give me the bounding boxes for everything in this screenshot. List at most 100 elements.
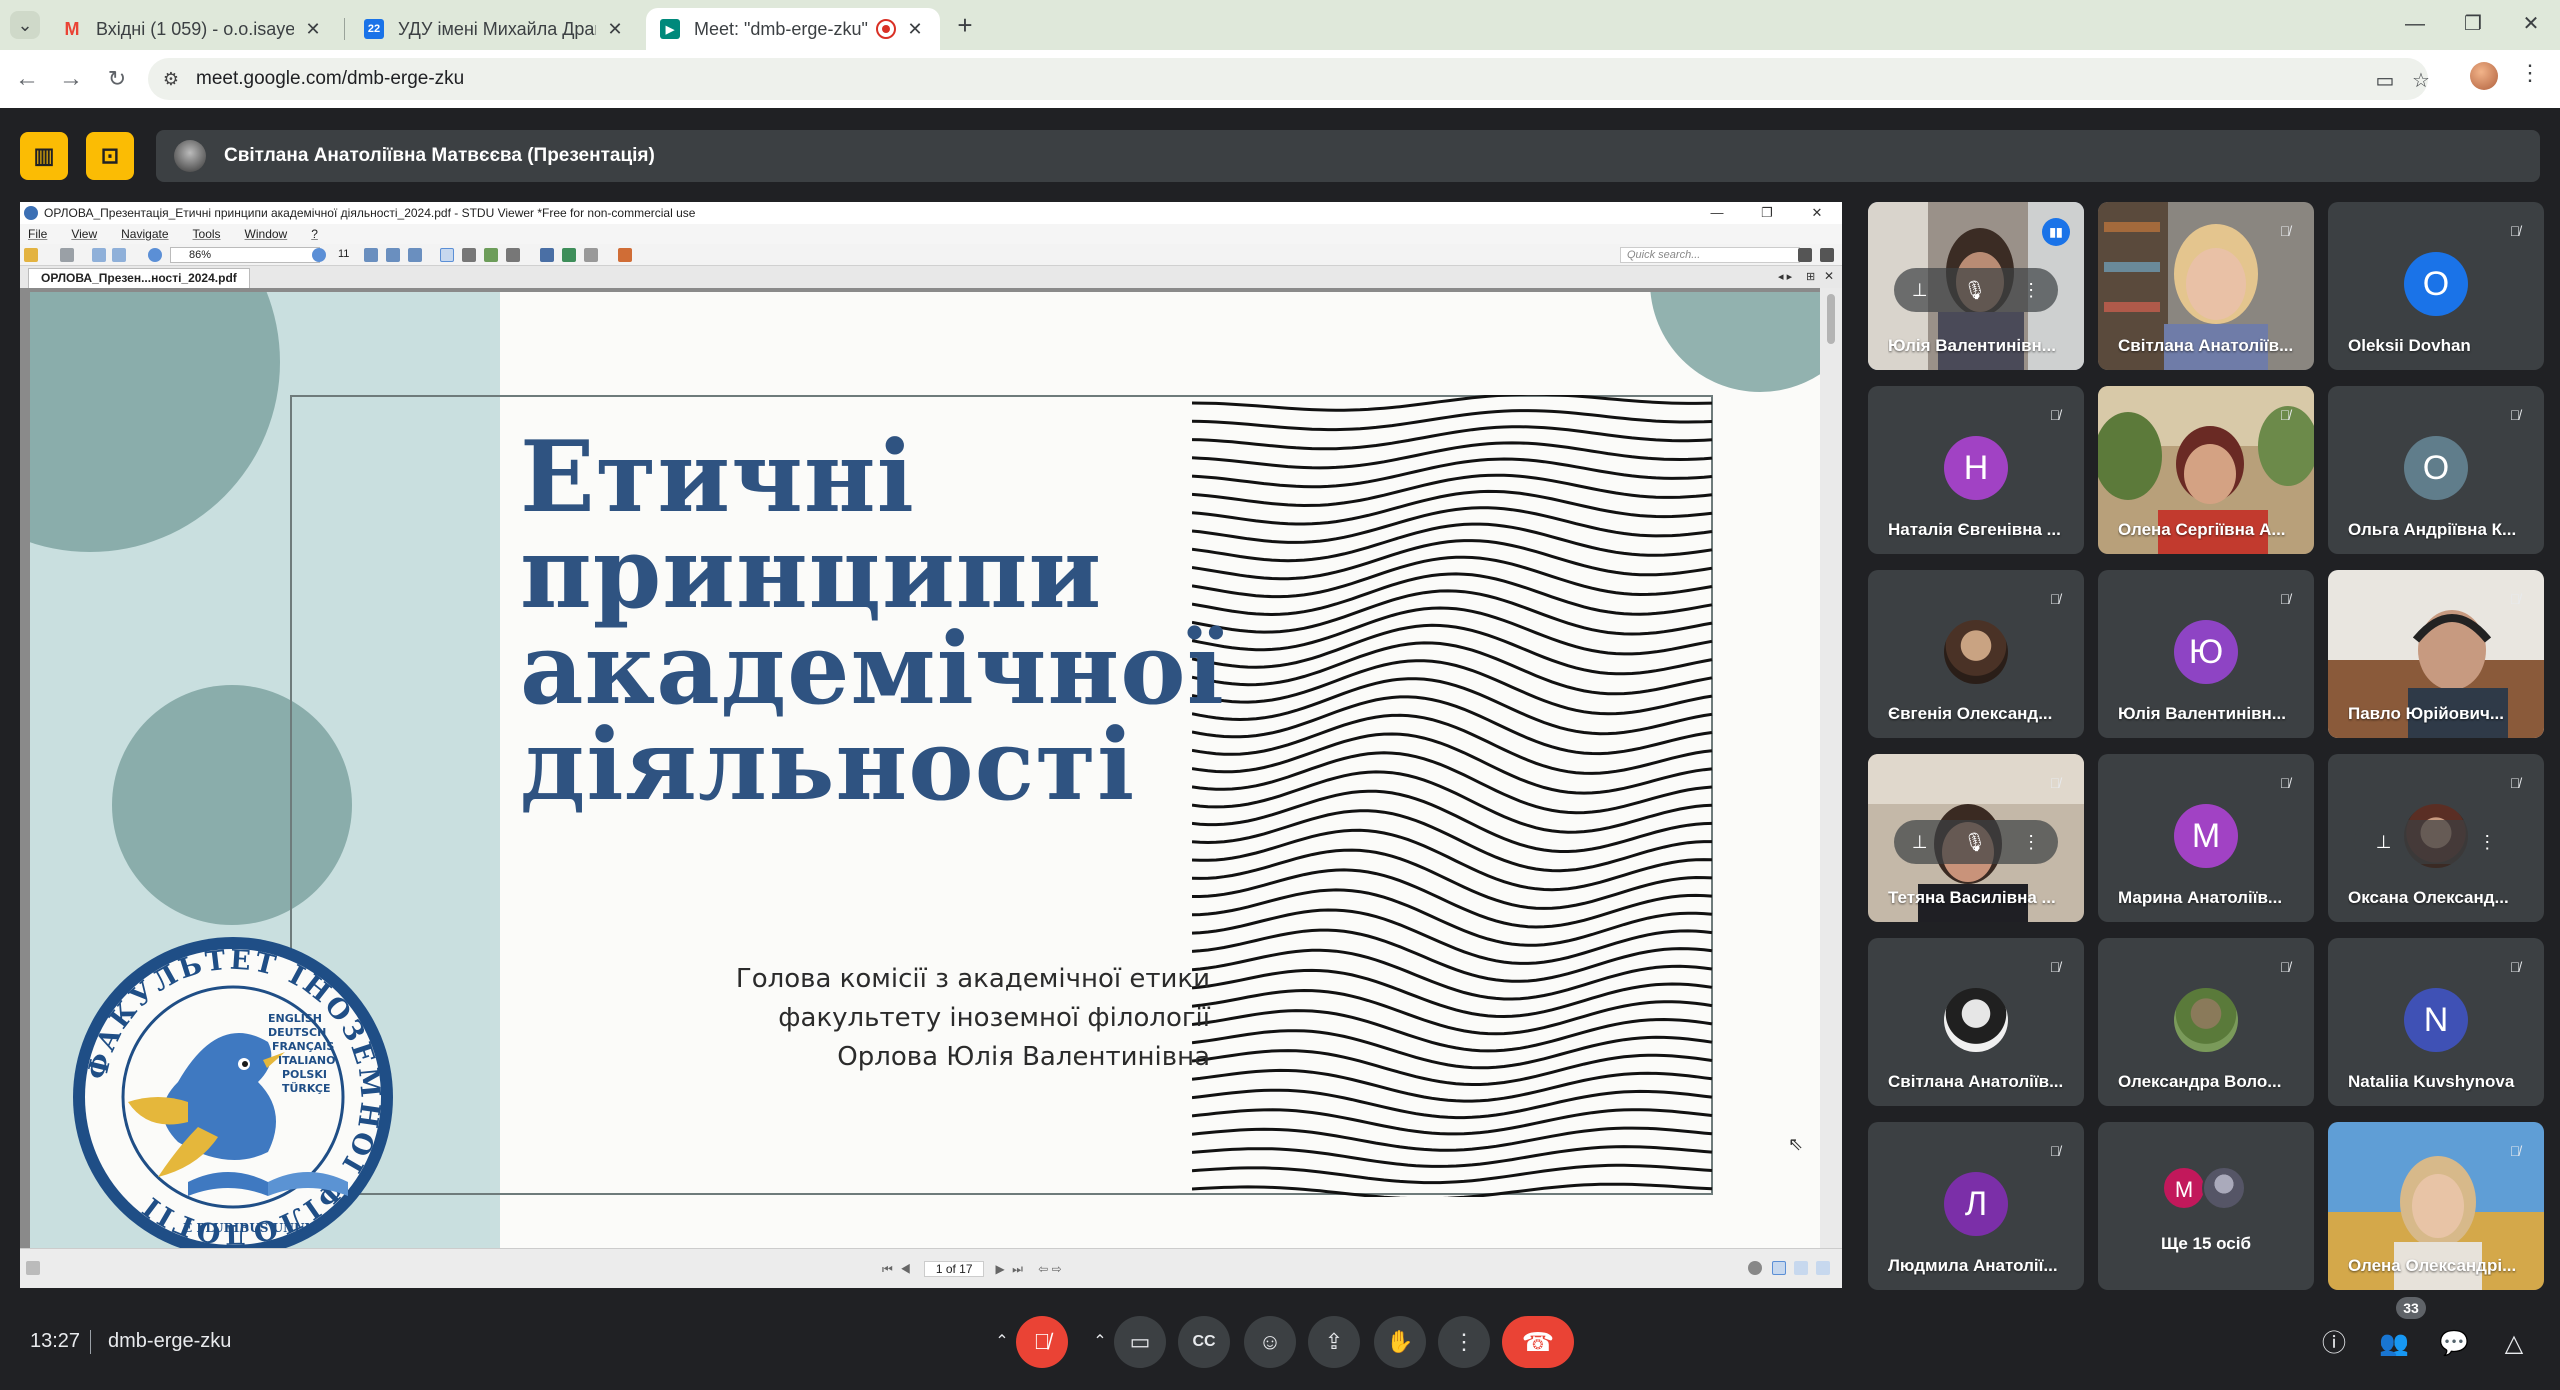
- microphone-off-button[interactable]: 🎙̸: [1016, 1316, 1068, 1368]
- captions-button[interactable]: CC: [1178, 1316, 1230, 1368]
- pin-presentation-icon[interactable]: ⊡: [86, 132, 134, 180]
- participant-tile[interactable]: 🎙̸ Павло Юрійович...: [2328, 570, 2544, 738]
- tab-meet[interactable]: ▶ Meet: "dmb-erge-zku" ✕: [646, 8, 940, 50]
- zoom-out-icon[interactable]: [148, 248, 162, 262]
- leave-call-button[interactable]: ☎: [1502, 1316, 1574, 1368]
- select-text-icon[interactable]: [462, 248, 476, 262]
- participant-tile[interactable]: 🎙̸ Євгенія Олександ...: [1868, 570, 2084, 738]
- camera-button[interactable]: ▭: [1114, 1316, 1166, 1368]
- participant-tile[interactable]: 🎙̸ Світлана Анатоліїв...: [1868, 938, 2084, 1106]
- copy-icon[interactable]: [584, 248, 598, 262]
- first-prev-page-icon[interactable]: ⏮ ◀: [882, 1262, 913, 1276]
- page-layout-icon[interactable]: [92, 248, 106, 262]
- menu-window[interactable]: Window: [245, 227, 288, 241]
- stop-presentation-view-icon[interactable]: ▥: [20, 132, 68, 180]
- document-tab[interactable]: ОРЛОВА_Презен...ності_2024.pdf: [28, 268, 250, 288]
- bookmark-star-icon[interactable]: ☆: [2406, 66, 2436, 96]
- site-settings-icon[interactable]: ⚙: [156, 64, 186, 94]
- more-options-icon[interactable]: ⋮: [2478, 832, 2496, 853]
- fit-width-icon[interactable]: [386, 248, 400, 262]
- more-options-icon[interactable]: ⋮: [2022, 280, 2040, 301]
- search-options-icon[interactable]: [1820, 248, 1834, 262]
- page-layout-alt-icon[interactable]: [112, 248, 126, 262]
- present-screen-button[interactable]: ⇪: [1308, 1316, 1360, 1368]
- close-tab-icon[interactable]: ✕: [904, 19, 926, 40]
- video-settings-chevron-icon[interactable]: ⌃: [1088, 1330, 1112, 1354]
- restore-window-icon[interactable]: ❐: [2448, 6, 2498, 42]
- url-text[interactable]: meet.google.com/dmb-erge-zku: [196, 68, 464, 90]
- participant-tile[interactable]: М 🎙̸ Марина Анатоліїв...: [2098, 754, 2314, 922]
- viewer-minimize-icon[interactable]: —: [1692, 202, 1742, 224]
- quick-search-input[interactable]: Quick search...: [1620, 247, 1800, 263]
- participant-tile[interactable]: ⊥ 🎙 ⋮ ▮▮ Юлія Валентинівн...: [1868, 202, 2084, 370]
- find-icon[interactable]: [540, 248, 554, 262]
- participant-tile[interactable]: 🎙̸ Світлана Анатоліїв...: [2098, 202, 2314, 370]
- browser-menu-icon[interactable]: ⋮: [2518, 60, 2542, 92]
- participant-tile[interactable]: О 🎙̸ Ольга Андріївна К...: [2328, 386, 2544, 554]
- participant-tile[interactable]: 🎙̸ Олександра Воло...: [2098, 938, 2314, 1106]
- snapshot-icon[interactable]: [484, 248, 498, 262]
- tab-search-dropdown-icon[interactable]: ⌄: [10, 11, 40, 39]
- pin-icon[interactable]: ⊥: [1912, 280, 1928, 301]
- reload-icon[interactable]: ↻: [100, 62, 134, 96]
- participant-tile[interactable]: Ю 🎙̸ Юлія Валентинівн...: [2098, 570, 2314, 738]
- menu-file[interactable]: File: [28, 227, 47, 241]
- chat-icon[interactable]: 💬: [2434, 1324, 2474, 1364]
- profile-avatar[interactable]: [2470, 62, 2498, 90]
- menu-help[interactable]: ?: [311, 227, 318, 241]
- pin-icon[interactable]: ⊥: [2376, 832, 2392, 853]
- open-folder-icon[interactable]: [24, 248, 38, 262]
- address-bar[interactable]: ⚙ meet.google.com/dmb-erge-zku ▭ ☆: [148, 58, 2430, 100]
- mute-icon[interactable]: 🎙: [1963, 280, 1986, 301]
- raise-hand-button[interactable]: ✋: [1374, 1316, 1426, 1368]
- pin-icon[interactable]: ⊥: [1912, 832, 1928, 853]
- select-image-icon[interactable]: [506, 248, 520, 262]
- menu-tools[interactable]: Tools: [193, 227, 221, 241]
- single-page-view-icon[interactable]: [1772, 1261, 1786, 1275]
- tab-university[interactable]: 22 УДУ імені Михайла Драгоман ✕: [350, 8, 640, 50]
- audio-settings-chevron-icon[interactable]: ⌃: [990, 1330, 1014, 1354]
- close-tab-icon[interactable]: ✕: [302, 19, 324, 40]
- search-binoculars-icon[interactable]: [1798, 248, 1812, 262]
- facing-view-icon[interactable]: [1816, 1261, 1830, 1275]
- tab-list-icon[interactable]: ⊞: [1806, 270, 1815, 283]
- tile-hover-controls[interactable]: ⊥ 🎙 ⋮: [1894, 268, 2058, 312]
- mute-icon[interactable]: 🎙: [1963, 832, 1986, 853]
- participant-tile[interactable]: O 🎙̸ Oleksii Dovhan: [2328, 202, 2544, 370]
- forward-arrow-icon[interactable]: →: [54, 62, 88, 96]
- people-icon[interactable]: 👥: [2374, 1324, 2414, 1364]
- participant-tile[interactable]: ⊥ ⋮ 🎙̸ Оксана Олександ...: [2328, 754, 2544, 922]
- sidebar-toggle-icon[interactable]: [26, 1261, 40, 1275]
- fit-page-icon[interactable]: [364, 248, 378, 262]
- tab-gmail[interactable]: M Вхідні (1 059) - o.o.isayeva@ud ✕: [48, 8, 338, 50]
- tile-hover-controls[interactable]: ⊥ ⋮: [2354, 820, 2518, 864]
- actual-size-icon[interactable]: [408, 248, 422, 262]
- zoom-select[interactable]: 86%: [170, 247, 320, 263]
- menu-navigate[interactable]: Navigate: [121, 227, 168, 241]
- participant-tile[interactable]: 🎙̸ Олена Олександрі...: [2328, 1122, 2544, 1290]
- new-tab-button[interactable]: +: [950, 10, 980, 40]
- viewer-restore-icon[interactable]: ❐: [1742, 202, 1792, 224]
- bookmark-tool-icon[interactable]: [618, 248, 632, 262]
- tile-hover-controls[interactable]: ⊥ 🎙 ⋮: [1894, 820, 2058, 864]
- camera-permission-icon[interactable]: ▭: [2370, 66, 2400, 96]
- next-last-page-icon[interactable]: ▶ ⏭: [996, 1262, 1025, 1276]
- more-participants-tile[interactable]: М Ще 15 осіб: [2098, 1122, 2314, 1290]
- participant-tile[interactable]: 🎙̸ Олена Сергіївна А...: [2098, 386, 2314, 554]
- tab-scroll-arrows-icon[interactable]: ◂ ▸: [1778, 270, 1792, 283]
- participant-tile[interactable]: Н 🎙̸ Наталія Євгенівна ...: [1868, 386, 2084, 554]
- hand-tool-icon[interactable]: [440, 248, 454, 262]
- more-options-icon[interactable]: ⋮: [2022, 832, 2040, 853]
- page-counter[interactable]: 1 of 17: [924, 1261, 985, 1277]
- minimize-window-icon[interactable]: —: [2390, 6, 2440, 42]
- meeting-details-icon[interactable]: ⓘ: [2314, 1324, 2354, 1364]
- participant-tile[interactable]: ⊥ 🎙 ⋮ 🎙̸ Тетяна Василівна ...: [1868, 754, 2084, 922]
- close-doc-tab-icon[interactable]: ✕: [1824, 269, 1834, 283]
- menu-view[interactable]: View: [71, 227, 97, 241]
- rotate-icon[interactable]: [562, 248, 576, 262]
- back-arrow-icon[interactable]: ←: [10, 62, 44, 96]
- emoji-reactions-button[interactable]: ☺: [1244, 1316, 1296, 1368]
- continuous-view-icon[interactable]: [1794, 1261, 1808, 1275]
- participant-tile[interactable]: Л 🎙̸ Людмила Анатолії...: [1868, 1122, 2084, 1290]
- activities-icon[interactable]: △: [2494, 1324, 2534, 1364]
